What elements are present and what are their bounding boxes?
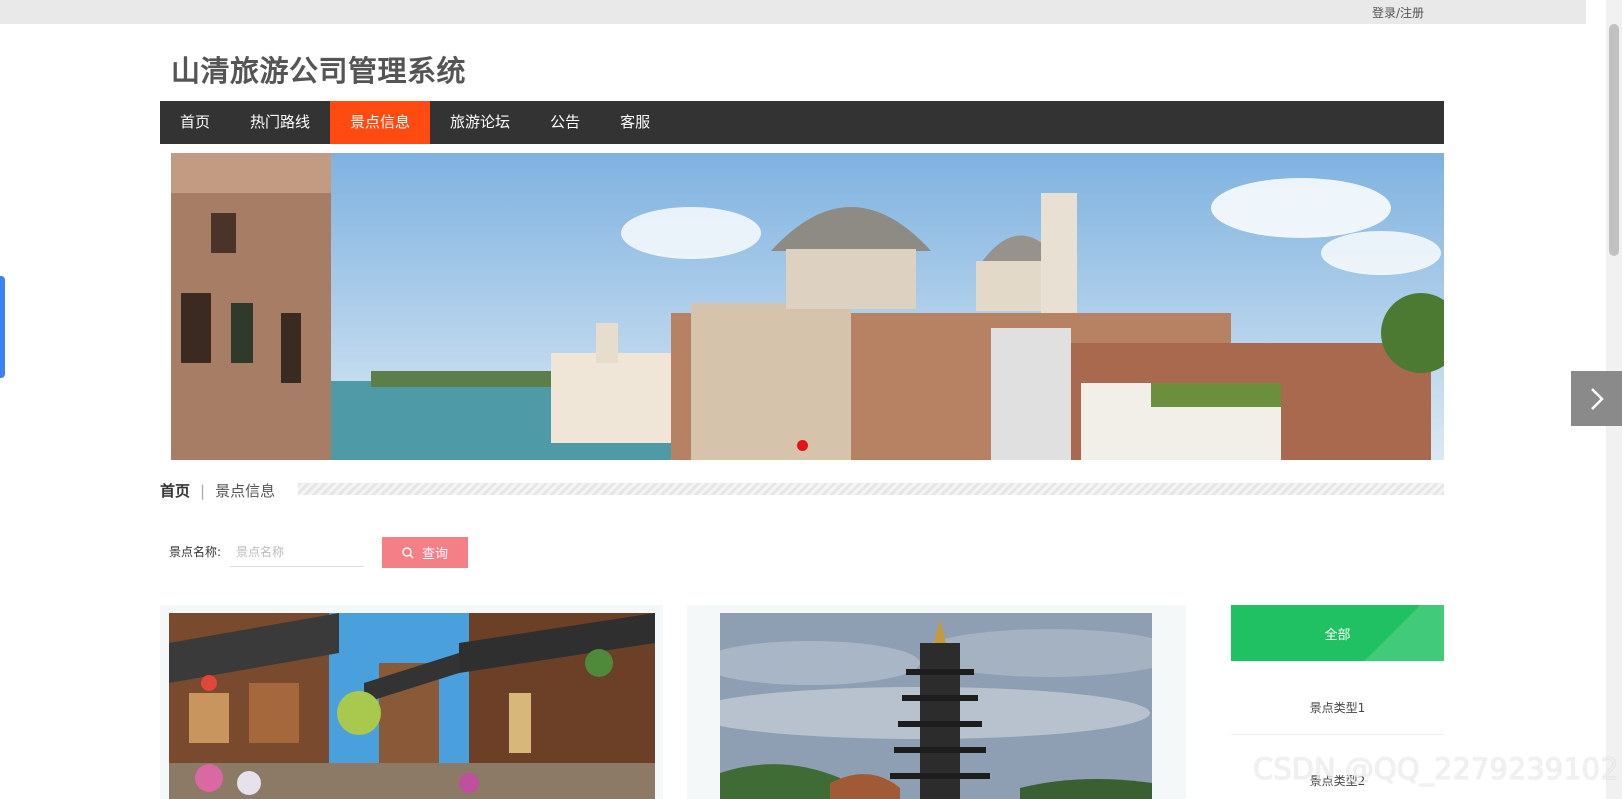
chevron-right-icon xyxy=(1590,387,1604,410)
attraction-name-input[interactable] xyxy=(230,537,364,567)
breadcrumb-home[interactable]: 首页 xyxy=(160,480,190,501)
search-button-label: 查询 xyxy=(421,547,448,562)
nav-item-attractions[interactable]: 景点信息 xyxy=(330,101,431,144)
carousel-next-button[interactable] xyxy=(1571,371,1622,426)
carousel-dot-active[interactable] xyxy=(797,440,808,451)
breadcrumb-separator: | xyxy=(200,481,206,500)
nav-item-hot-routes[interactable]: 热门路线 xyxy=(230,101,330,144)
breadcrumb: 首页 | 景点信息 xyxy=(160,480,275,501)
breadcrumb-current: 景点信息 xyxy=(215,482,276,500)
search-icon xyxy=(402,546,414,558)
search-button[interactable]: 查询 xyxy=(382,537,468,568)
search-label: 景点名称: xyxy=(169,545,222,559)
category-item[interactable]: 景点类型1 xyxy=(1231,699,1444,716)
scrollbar-thumb[interactable] xyxy=(1609,24,1619,256)
category-all-label: 全部 xyxy=(1324,627,1351,643)
nav-item-customer-service[interactable]: 客服 xyxy=(600,101,670,144)
attraction-card[interactable] xyxy=(687,605,1186,799)
nav-item-announcements[interactable]: 公告 xyxy=(530,101,600,144)
nav-item-forum[interactable]: 旅游论坛 xyxy=(430,101,530,144)
top-bar: 登录/注册 xyxy=(0,0,1586,24)
attraction-image-pagoda xyxy=(720,613,1152,799)
attraction-card[interactable] xyxy=(160,605,663,799)
category-divider xyxy=(1231,734,1444,735)
main-nav: 首页 热门路线 景点信息 旅游论坛 公告 客服 xyxy=(160,101,1444,144)
banner-carousel[interactable] xyxy=(171,153,1444,460)
side-drawer-tab[interactable] xyxy=(0,276,5,378)
breadcrumb-divider-line xyxy=(298,483,1444,495)
site-title: 山清旅游公司管理系统 xyxy=(171,54,467,88)
banner-image xyxy=(171,153,1444,460)
attraction-image-old-town xyxy=(169,613,655,799)
category-all[interactable]: 全部 xyxy=(1231,605,1444,661)
nav-item-home[interactable]: 首页 xyxy=(160,101,230,144)
watermark: CSDN @QQ_2279239102 xyxy=(1253,752,1619,786)
login-register-link[interactable]: 登录/注册 xyxy=(1372,4,1424,21)
